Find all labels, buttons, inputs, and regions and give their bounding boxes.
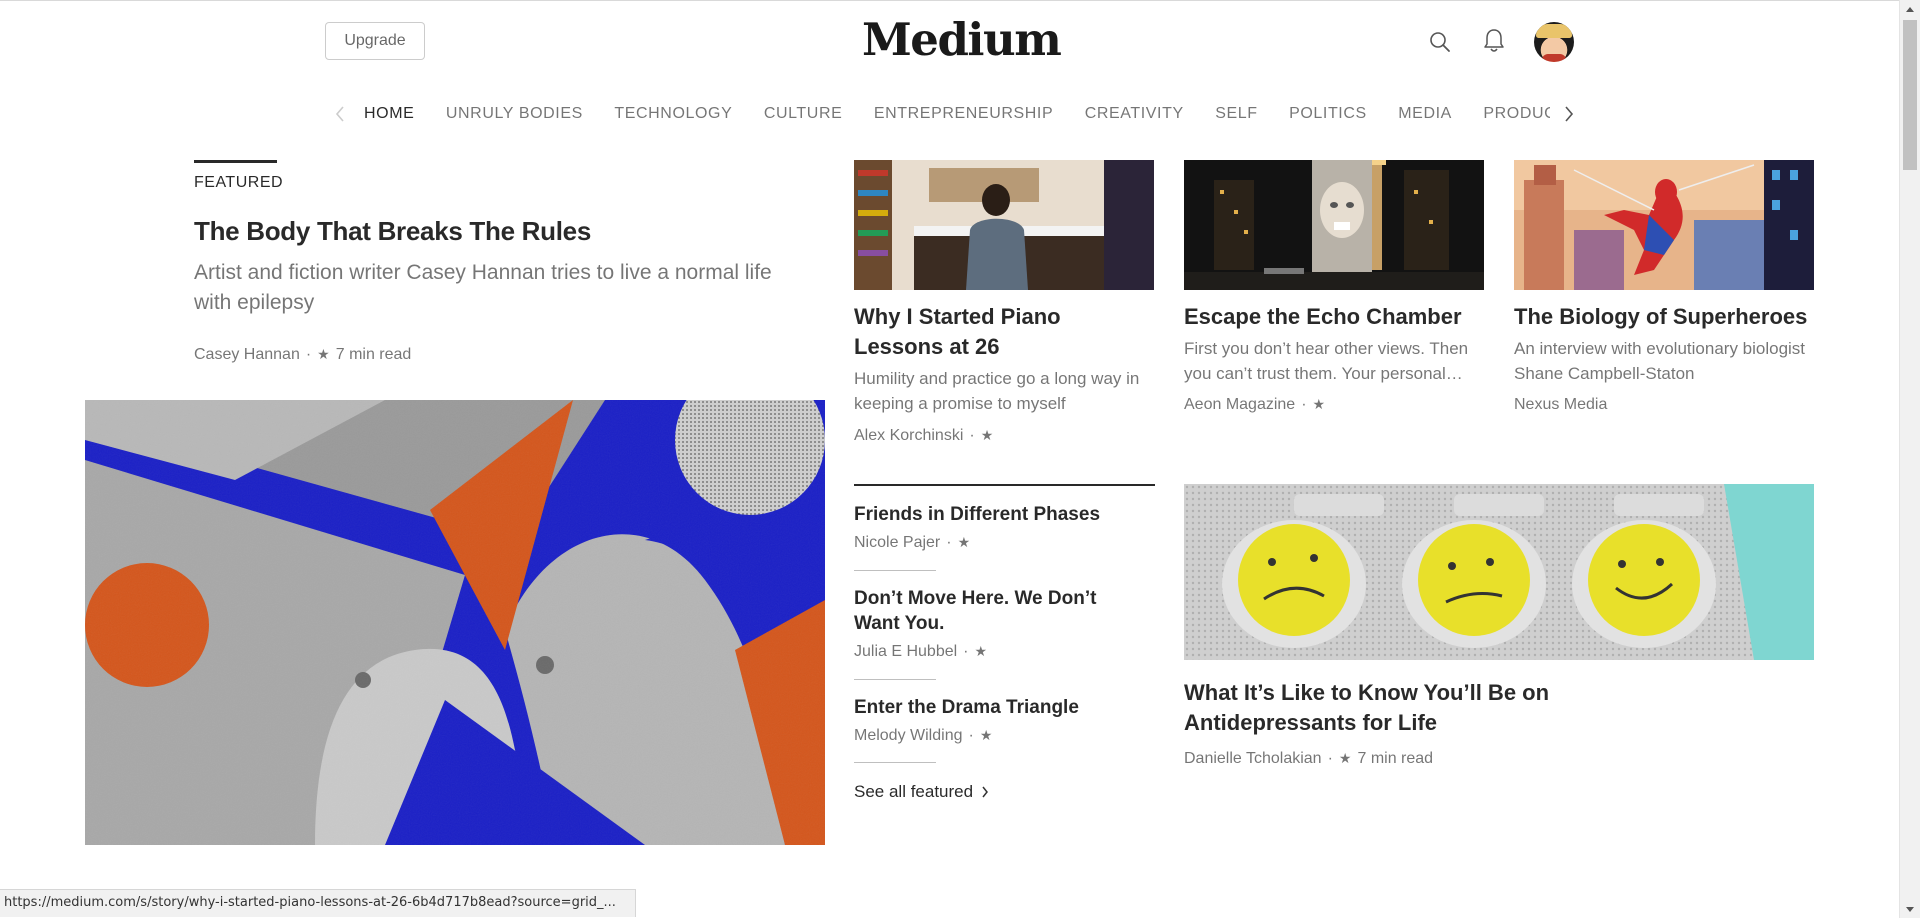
star-icon[interactable]: ★ [1339,750,1352,766]
hero-illustration [85,400,825,845]
echo-chamber-story-title[interactable]: Escape the Echo Chamber [1184,302,1484,332]
list-separator [854,570,936,571]
echo-chamber-story-subtitle[interactable]: First you don’t hear other views. Then y… [1184,336,1484,386]
user-avatar[interactable] [1534,22,1574,62]
antidepressants-story-author[interactable]: Danielle Tcholakian [1184,750,1322,767]
superheroes-illustration [1514,160,1814,290]
scroll-down-arrow-icon[interactable] [1900,900,1920,918]
list-item-meta: Julia E Hubbel · ★ [854,643,993,661]
nav-item-creativity[interactable]: CREATIVITY [1085,100,1184,128]
nav-item-entrepreneurship[interactable]: ENTREPRENEURSHIP [874,100,1053,128]
meta-dot: · [1327,750,1333,767]
featured-meta: Casey Hannan · ★ 7 min read [194,346,411,364]
nav-item-media[interactable]: MEDIA [1398,100,1452,128]
superheroes-story-image[interactable] [1514,160,1814,290]
upgrade-button[interactable]: Upgrade [325,22,425,60]
star-icon[interactable]: ★ [975,643,988,659]
list-item-title[interactable]: Friends in Different Phases [854,502,1114,527]
chevron-right-icon [982,786,989,798]
nav-item-home[interactable]: HOME [364,100,414,128]
list-separator [854,762,936,763]
list-item-author[interactable]: Nicole Pajer [854,534,940,551]
nav-item-unruly-bodies[interactable]: UNRULY BODIES [446,100,583,128]
see-all-featured-link[interactable]: See all featured [854,782,989,802]
antidepressants-story-image[interactable] [1184,484,1814,660]
superheroes-story-meta: Nexus Media [1514,396,1607,414]
featured-subtitle[interactable]: Artist and fiction writer Casey Hannan t… [194,258,814,318]
list-item-meta: Melody Wilding · ★ [854,727,998,745]
search-icon[interactable] [1426,28,1454,56]
window-top-border [0,0,1920,1]
nav-item-technology[interactable]: TECHNOLOGY [614,100,732,128]
star-icon[interactable]: ★ [980,727,993,743]
featured-hero-image[interactable] [85,400,825,845]
topic-nav-list: HOME UNRULY BODIES TECHNOLOGY CULTURE EN… [364,100,1550,128]
scroll-up-arrow-icon[interactable] [1900,0,1920,18]
antidepressants-read-time: 7 min read [1357,750,1434,767]
piano-story-meta: Alex Korchinski · ★ [854,427,999,445]
superheroes-story-subtitle[interactable]: An interview with evolutionary biologist… [1514,336,1814,386]
antidepressants-story-title[interactable]: What It’s Like to Know You’ll Be on Anti… [1184,678,1584,738]
star-icon[interactable]: ★ [958,534,971,550]
echo-chamber-story-meta: Aeon Magazine · ★ [1184,396,1331,414]
antidepressants-story-meta: Danielle Tcholakian · ★ 7 min read [1184,750,1433,768]
piano-illustration [854,160,1154,290]
avatar-shirt-shape [1542,54,1566,62]
list-item-title[interactable]: Enter the Drama Triangle [854,695,1114,720]
list-item-meta: Nicole Pajer · ★ [854,534,976,552]
antidepressants-illustration [1184,484,1814,660]
meta-dot: · [1301,396,1307,413]
superheroes-story-author[interactable]: Nexus Media [1514,396,1607,413]
featured-label: FEATURED [194,174,284,191]
nav-item-self[interactable]: SELF [1215,100,1257,128]
featured-author[interactable]: Casey Hannan [194,346,300,363]
featured-rule [194,160,277,163]
featured-read-time: 7 min read [335,346,412,363]
see-all-label: See all featured [854,782,974,801]
topic-nav: HOME UNRULY BODIES TECHNOLOGY CULTURE EN… [330,100,1580,128]
nav-scroll-left-icon[interactable] [330,102,350,126]
scrollbar-thumb[interactable] [1903,20,1917,170]
star-icon[interactable]: ★ [981,427,994,443]
meta-dot: · [969,427,975,444]
list-separator [854,679,936,680]
nav-item-politics[interactable]: POLITICS [1289,100,1367,128]
meta-dot: · [968,727,974,744]
list-top-rule [854,484,1155,486]
meta-dot: · [946,534,952,551]
nav-item-productivity[interactable]: PRODUCTIVITY [1483,100,1550,128]
nav-item-culture[interactable]: CULTURE [764,100,843,128]
piano-story-title[interactable]: Why I Started Piano Lessons at 26 [854,302,1154,362]
list-item-author[interactable]: Melody Wilding [854,727,962,744]
piano-story-image[interactable] [854,160,1154,290]
meta-dot: · [305,346,312,363]
meta-dot: · [963,643,969,660]
notifications-bell-icon[interactable] [1480,26,1508,56]
avatar-hat-shape [1536,24,1572,38]
nav-scroll-right-icon[interactable] [1559,102,1579,126]
echo-chamber-story-author[interactable]: Aeon Magazine [1184,396,1295,413]
echo-chamber-illustration [1184,160,1484,290]
list-item-title[interactable]: Don’t Move Here. We Don’t Want You. [854,586,1114,636]
echo-chamber-story-image[interactable] [1184,160,1484,290]
page-scrollbar[interactable] [1899,0,1920,918]
superheroes-story-title[interactable]: The Biology of Superheroes [1514,302,1814,332]
medium-logo[interactable]: Medium [862,12,1062,68]
featured-title[interactable]: The Body That Breaks The Rules [194,216,591,247]
star-icon: ★ [317,346,330,362]
browser-status-url: https://medium.com/s/story/why-i-started… [0,889,636,917]
list-item-author[interactable]: Julia E Hubbel [854,643,957,660]
piano-story-author[interactable]: Alex Korchinski [854,427,963,444]
star-icon[interactable]: ★ [1313,396,1326,412]
piano-story-subtitle[interactable]: Humility and practice go a long way in k… [854,366,1154,416]
